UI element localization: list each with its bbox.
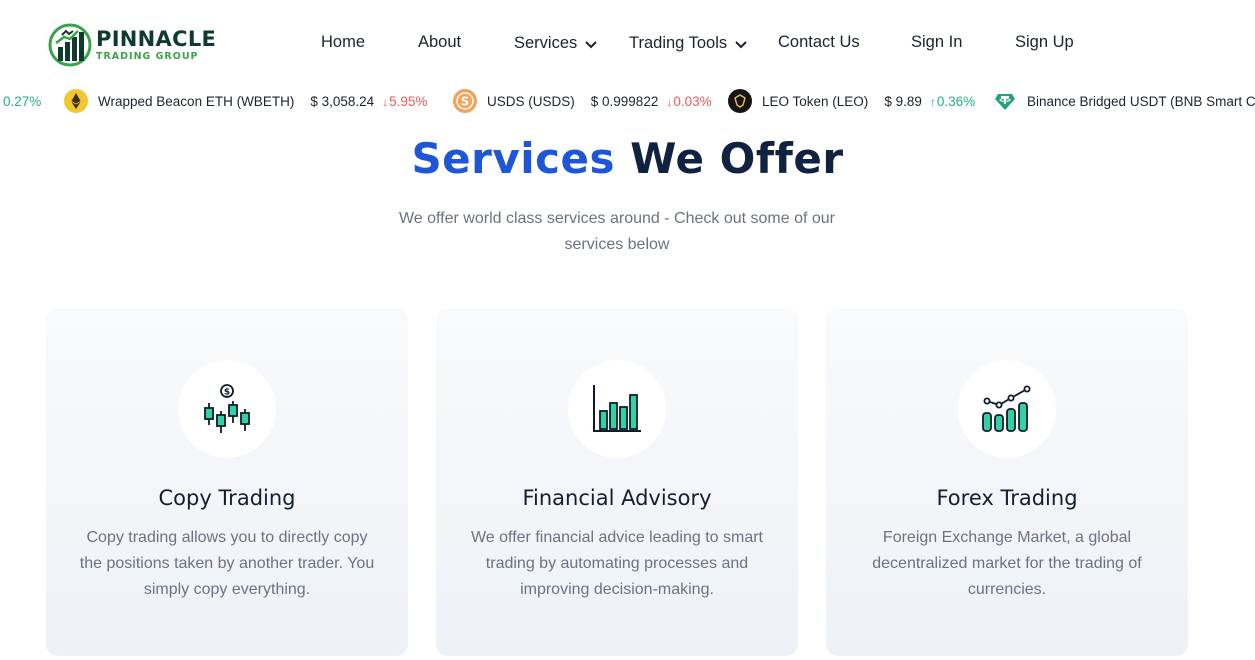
ticker-change: ↓0.03% (666, 94, 711, 109)
ticker-item[interactable]: Wrapped Beacon ETH (WBETH) $ 3,058.24 ↓5… (64, 86, 427, 116)
card-description: We offer financial advice leading to sma… (470, 529, 763, 598)
chevron-down-icon (735, 41, 747, 49)
nav-home[interactable]: Home (321, 33, 365, 52)
leo-coin-icon (728, 89, 752, 113)
nav-sign-in-label: Sign In (911, 33, 963, 51)
site-header: PINNACLE TRADING GROUP Home About Servic… (0, 0, 1255, 86)
ticker-price: $ 9.89 (884, 93, 922, 109)
section-title-rest: We Offer (630, 134, 844, 183)
nav-trading-tools-label: Trading Tools (629, 33, 728, 52)
nav-contact-us-label: Contact Us (778, 33, 860, 51)
brand-subtitle: TRADING GROUP (96, 50, 199, 62)
nav-services[interactable]: Services (514, 33, 599, 53)
svg-text:S: S (461, 95, 470, 109)
ticker-name: Wrapped Beacon ETH (WBETH) (98, 93, 295, 109)
card-title: Forex Trading (936, 486, 1078, 510)
tether-coin-icon (993, 89, 1017, 113)
service-card-copy-trading[interactable]: $ Copy Trading Copy trading allows you t… (46, 308, 408, 656)
logo[interactable]: PINNACLE TRADING GROUP (48, 22, 216, 68)
ticker-change-value: 0.36% (936, 93, 976, 109)
bar-chart-icon (568, 360, 666, 458)
chart-bars-bull-logo-icon (48, 23, 92, 67)
ticker-change: ↑0.36% (930, 94, 975, 109)
ticker-name: LEO Token (LEO) (762, 93, 869, 109)
ethereum-coin-icon (64, 89, 88, 113)
service-card-forex-trading[interactable]: Forex Trading Foreign Exchange Market, a… (826, 308, 1188, 656)
arrow-down-icon: ↓ (382, 94, 389, 109)
ticker-change-value: 0.03% (673, 93, 712, 109)
arrow-down-icon: ↓ (666, 94, 673, 109)
svg-text:$: $ (224, 388, 230, 398)
usds-coin-icon: S (453, 89, 477, 113)
card-title: Copy Trading (158, 486, 296, 510)
section-title: Services We Offer (0, 134, 1255, 183)
nav-sign-up-label: Sign Up (1015, 33, 1074, 51)
card-title: Financial Advisory (522, 486, 712, 510)
nav-services-label: Services (514, 33, 578, 52)
card-description: Foreign Exchange Market, a global decent… (872, 529, 1142, 598)
ticker-change-value: 0.27% (3, 93, 42, 109)
brand-title: PINNACLE (96, 26, 217, 51)
nav-trading-tools[interactable]: Trading Tools (629, 33, 749, 53)
ticker-change-value: 5.95% (389, 93, 428, 109)
ticker-item[interactable]: S USDS (USDS) $ 0.999822 ↓0.03% (453, 86, 712, 116)
chevron-down-icon (585, 41, 597, 49)
trend-bar-chart-icon (958, 360, 1056, 458)
nav-home-label: Home (321, 33, 366, 51)
nav-about-label: About (418, 33, 462, 51)
crypto-ticker: ↑0.27% Wrapped Beacon ETH (WBETH) $ 3,05… (0, 86, 1255, 116)
ticker-item[interactable]: ↑0.27% (0, 86, 41, 116)
ticker-price: $ 3,058.24 (310, 93, 375, 109)
ticker-name: USDS (USDS) (487, 93, 575, 109)
card-description: Copy trading allows you to directly copy… (79, 529, 375, 598)
nav-about[interactable]: About (418, 33, 461, 52)
ticker-item[interactable]: LEO Token (LEO) $ 9.89 ↑0.36% (728, 86, 975, 116)
section-title-highlight: Services (411, 134, 616, 183)
nav-contact-us[interactable]: Contact Us (778, 33, 860, 52)
service-card-financial-advisory[interactable]: Financial Advisory We offer financial ad… (436, 308, 798, 656)
arrow-up-icon: ↑ (0, 95, 2, 109)
ticker-price: $ 0.999822 (590, 93, 659, 109)
nav-sign-in[interactable]: Sign In (911, 33, 962, 52)
ticker-item[interactable]: Binance Bridged USDT (BNB Smart C (993, 86, 1255, 116)
arrow-up-icon: ↑ (929, 94, 936, 109)
ticker-name: Binance Bridged USDT (BNB Smart C (1027, 93, 1255, 109)
candlestick-dollar-icon: $ (178, 360, 276, 458)
ticker-change: ↑0.27% (0, 94, 41, 109)
ticker-change: ↓5.95% (382, 94, 427, 109)
nav-sign-up[interactable]: Sign Up (1015, 33, 1074, 52)
section-subtitle: We offer world class services around - C… (398, 210, 836, 253)
